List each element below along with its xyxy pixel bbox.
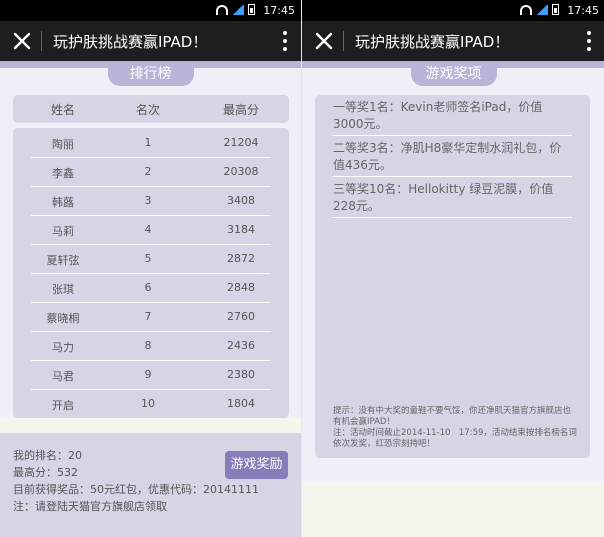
cell-rank: 4	[144, 223, 152, 236]
prize-item-third: 三等奖10名：Hellokitty 绿豆泥膜，价值228元。	[333, 181, 572, 218]
prizes-card: 一等奖1名：Kevin老师签名iPad，价值3000元。 二等奖3名：净肌H8豪…	[315, 95, 590, 458]
cell-name: 陶丽	[52, 138, 74, 151]
cell-score: 3408	[227, 194, 255, 207]
cell-score: 2872	[227, 252, 255, 265]
cell-name: 张琪	[52, 283, 74, 296]
table-row: 韩蕗 3 3408	[31, 186, 270, 216]
status-time: 17:45	[567, 4, 599, 17]
table-row: 开启 10 1804	[31, 389, 270, 418]
cell-name: 马君	[52, 370, 74, 383]
table-row: 蔡晓桐 7 2760	[31, 302, 270, 332]
cell-rank: 7	[144, 310, 152, 323]
cell-name: 蔡晓桐	[46, 312, 80, 325]
close-icon[interactable]	[10, 29, 34, 53]
cell-name: 韩蕗	[52, 196, 74, 209]
cell-name: 开启	[52, 399, 74, 412]
status-time: 17:45	[263, 4, 295, 17]
battery-icon	[552, 4, 559, 15]
cell-score: 2380	[227, 368, 255, 381]
cell-rank: 2	[144, 165, 152, 178]
page-title: 玩护肤挑战赛赢IPAD！	[53, 33, 208, 51]
cell-rank: 9	[144, 368, 152, 381]
table-row: 马力 8 2436	[31, 331, 270, 361]
column-header-name: 姓名	[50, 103, 76, 117]
claim-note: 注：请登陆天猫官方旗舰店领取	[13, 500, 167, 513]
table-row: 马莉 4 3184	[31, 215, 270, 245]
prize-item-second: 二等奖3名：净肌H8豪华定制水润礼包，价值436元。	[333, 140, 572, 177]
cell-name: 马莉	[52, 225, 74, 238]
title-bar: 玩护肤挑战赛赢IPAD！	[0, 21, 301, 61]
prize-deadline-note: 注：活动时间截止2014-11-10 17:59，活动结束按排名榜名词依次发奖，…	[333, 428, 577, 449]
table-row: 马君 9 2380	[31, 360, 270, 390]
status-icons	[216, 4, 255, 15]
leaderboard-table: 陶丽 1 21204 李鑫 2 20308 韩蕗 3 3408 马莉 4 3184 夏轩弦 5 2872 张琪…	[13, 128, 289, 418]
leaderboard-tab: 排行榜	[107, 62, 194, 86]
cell-score: 3184	[227, 223, 255, 236]
column-header-rank: 名次	[135, 103, 161, 117]
title-divider	[343, 31, 344, 51]
table-row: 陶丽 1 21204	[31, 128, 270, 158]
cell-score: 2848	[227, 281, 255, 294]
cell-score: 1804	[227, 397, 255, 410]
cell-rank: 1	[144, 136, 152, 149]
cell-rank: 8	[144, 339, 152, 352]
table-row: 张琪 6 2848	[31, 273, 270, 303]
prizes-tab: 游戏奖项	[410, 62, 497, 86]
status-bar: 17:45	[0, 0, 301, 21]
more-menu-icon[interactable]	[283, 31, 287, 51]
title-bar: 玩护肤挑战赛赢IPAD！	[302, 21, 604, 61]
table-header: 姓名 名次 最高分	[13, 95, 289, 123]
cell-rank: 6	[144, 281, 152, 294]
wifi-icon	[216, 4, 228, 15]
current-reward: 目前获得奖品：50元红包，优惠代码：20141111	[13, 483, 259, 496]
cell-score: 21204	[223, 136, 259, 149]
table-row: 夏轩弦 5 2872	[31, 244, 270, 274]
column-header-score: 最高分	[222, 103, 260, 117]
signal-icon	[232, 4, 244, 15]
cell-name: 马力	[52, 341, 74, 354]
prize-item-first: 一等奖1名：Kevin老师签名iPad，价值3000元。	[333, 99, 572, 136]
signal-icon	[536, 4, 548, 15]
table-row: 李鑫 2 20308	[31, 157, 270, 187]
close-icon[interactable]	[312, 29, 336, 53]
cell-name: 夏轩弦	[46, 254, 80, 267]
bottom-strip	[302, 482, 604, 537]
prizes-screen: 17:45 玩护肤挑战赛赢IPAD！ 游戏奖项 一等奖1名：Kevin老师签名i…	[301, 0, 604, 537]
cell-score: 2436	[227, 339, 255, 352]
game-prizes-button[interactable]: 游戏奖励	[225, 451, 288, 479]
cell-rank: 5	[144, 252, 152, 265]
battery-icon	[248, 4, 255, 15]
leaderboard-screen: 17:45 玩护肤挑战赛赢IPAD！ 排行榜 姓名 名次 最高分 陶丽 1 2120…	[0, 0, 301, 537]
best-score: 最高分：532	[13, 466, 78, 479]
cell-score: 2760	[227, 310, 255, 323]
prize-tip: 提示：没有中大奖的童鞋不要气馁，你还净肌天猫官方旗舰店也有机会赢IPAD！	[333, 406, 572, 427]
cell-name: 李鑫	[52, 167, 74, 180]
status-icons	[520, 4, 559, 15]
page-title: 玩护肤挑战赛赢IPAD！	[355, 33, 510, 51]
cell-rank: 3	[144, 194, 152, 207]
cell-rank: 10	[141, 397, 155, 410]
wifi-icon	[520, 4, 532, 15]
cell-score: 20308	[223, 165, 259, 178]
status-bar: 17:45	[302, 0, 604, 21]
title-divider	[41, 31, 42, 51]
more-menu-icon[interactable]	[587, 31, 591, 51]
my-rank: 我的排名：20	[13, 449, 82, 462]
